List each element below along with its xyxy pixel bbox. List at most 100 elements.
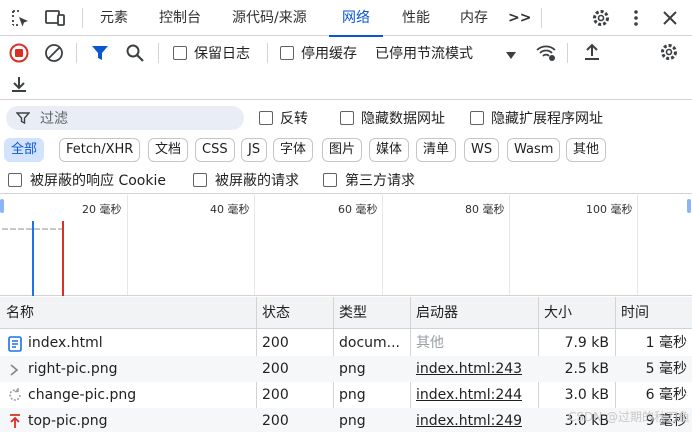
timeline-overview[interactable]: 20 毫秒 40 毫秒 60 毫秒 80 毫秒 100 毫秒 [0, 195, 692, 296]
more-tabs-button[interactable]: >> [507, 0, 532, 36]
document-icon [8, 336, 22, 356]
row-time: 5 毫秒 [645, 361, 687, 377]
divider [82, 8, 83, 28]
blocked-requests-label: 被屏蔽的请求 [215, 173, 299, 189]
timeline-left-handle[interactable] [0, 199, 4, 213]
devtools-tabbar: 元素 控制台 源代码/来源 网络 性能 内存 >> [0, 0, 692, 37]
disable-cache-label: 停用缓存 [301, 46, 357, 62]
grid-line [382, 195, 383, 295]
dom-content-loaded-marker [32, 221, 34, 296]
row-type: docum... [339, 335, 401, 351]
row-time: 6 毫秒 [645, 387, 687, 403]
blocked-requests-checkbox[interactable] [193, 173, 207, 187]
column-header-name[interactable]: 名称 [0, 297, 34, 329]
type-filter-wasm[interactable]: Wasm [507, 138, 561, 162]
network-settings-gear-icon[interactable] [659, 42, 679, 66]
throttling-select[interactable]: 已停用节流模式 [375, 43, 473, 63]
tab-sources[interactable]: 源代码/来源 [231, 0, 308, 36]
type-filter-media[interactable]: 媒体 [369, 138, 410, 162]
type-filter-font[interactable]: 字体 [273, 138, 314, 162]
row-name: index.html [28, 335, 103, 351]
blocked-cookies-label: 被屏蔽的响应 Cookie [30, 173, 166, 189]
network-toolbar-overflow [0, 70, 692, 100]
preserve-log-checkbox[interactable] [173, 46, 187, 60]
refresh-icon [7, 387, 23, 407]
row-size: 7.9 kB [564, 335, 609, 351]
device-toolbar-icon[interactable] [44, 8, 65, 28]
blocked-cookies-checkbox[interactable] [8, 173, 22, 187]
column-header-size[interactable]: 大小 [538, 297, 572, 329]
grid-line [127, 195, 128, 295]
grid-line [254, 195, 255, 295]
invert-label: 反转 [280, 111, 308, 127]
hide-data-urls-checkbox[interactable] [340, 111, 354, 125]
type-filter-fetch-xhr[interactable]: Fetch/XHR [59, 138, 141, 162]
tick-label: 40 毫秒 [210, 203, 250, 216]
filter-placeholder: 过滤 [40, 111, 68, 127]
tab-network[interactable]: 网络 [329, 0, 383, 37]
type-filter-manifest[interactable]: 清单 [416, 138, 457, 162]
type-filter-css[interactable]: CSS [195, 138, 235, 162]
export-har-download-icon[interactable] [9, 74, 29, 98]
divider [158, 43, 159, 63]
type-filter-all[interactable]: 全部 [4, 138, 45, 162]
type-filter-js[interactable]: JS [241, 138, 268, 162]
disable-cache-checkbox[interactable] [280, 46, 294, 60]
hide-extension-urls-checkbox[interactable] [470, 111, 484, 125]
load-event-marker [62, 221, 64, 296]
settings-gear-icon[interactable] [591, 8, 611, 28]
search-icon[interactable] [125, 43, 145, 67]
table-row[interactable]: index.html 200 docum... 其他 7.9 kB 1 毫秒 [0, 330, 692, 356]
third-party-checkbox[interactable] [323, 173, 337, 187]
more-options-icon[interactable] [626, 8, 646, 28]
record-stop-icon[interactable] [9, 43, 29, 67]
close-icon[interactable] [660, 8, 680, 28]
tick-label: 60 毫秒 [338, 203, 378, 216]
network-conditions-wifi-icon[interactable] [535, 42, 557, 66]
table-row[interactable]: right-pic.png 200 png index.html:243 2.5… [0, 356, 692, 382]
row-size: 3.0 kB [564, 387, 609, 403]
row-type: png [339, 361, 366, 377]
watermark-text: CSDN @过期的秋刀鱼 [568, 410, 691, 424]
row-size: 2.5 kB [564, 361, 609, 377]
table-header: 名称 状态 类型 启动器 大小 时间 [0, 297, 692, 329]
tab-memory[interactable]: 内存 [459, 0, 489, 36]
table-row[interactable]: change-pic.png 200 png index.html:244 3.… [0, 382, 692, 408]
type-filter-doc[interactable]: 文档 [148, 138, 189, 162]
column-header-type[interactable]: 类型 [333, 297, 367, 329]
row-name: top-pic.png [28, 413, 108, 429]
tick-label: 100 毫秒 [586, 203, 633, 216]
clear-icon[interactable] [44, 43, 64, 67]
type-filter-other[interactable]: 其他 [566, 138, 607, 162]
arrow-up-icon [8, 413, 22, 432]
chevron-down-icon[interactable] [506, 48, 516, 64]
row-initiator-link[interactable]: index.html:244 [416, 382, 522, 408]
row-initiator: 其他 [416, 335, 444, 351]
type-filter-ws[interactable]: WS [464, 138, 500, 162]
tick-label: 80 毫秒 [465, 203, 505, 216]
filter-input[interactable]: 过滤 [6, 106, 244, 130]
invert-checkbox[interactable] [259, 111, 273, 125]
column-header-time[interactable]: 时间 [615, 297, 649, 329]
divider [567, 43, 568, 63]
row-status: 200 [262, 361, 289, 377]
row-name: right-pic.png [28, 361, 118, 377]
row-status: 200 [262, 387, 289, 403]
type-filter-img[interactable]: 图片 [322, 138, 363, 162]
tab-console[interactable]: 控制台 [158, 0, 202, 36]
import-har-upload-icon[interactable] [582, 42, 602, 66]
column-header-status[interactable]: 状态 [256, 297, 290, 329]
column-header-initiator[interactable]: 启动器 [410, 297, 458, 329]
blocked-filters-row: 被屏蔽的响应 Cookie 被屏蔽的请求 第三方请求 [0, 166, 692, 194]
row-initiator-link[interactable]: index.html:243 [416, 356, 522, 382]
row-name: change-pic.png [28, 387, 137, 403]
hide-extension-urls-label: 隐藏扩展程序网址 [491, 111, 603, 127]
row-initiator-link[interactable]: index.html:249 [416, 408, 522, 432]
tab-elements[interactable]: 元素 [99, 0, 129, 36]
filter-funnel-icon[interactable] [90, 43, 110, 67]
hide-data-urls-label: 隐藏数据网址 [361, 111, 445, 127]
timeline-right-handle[interactable] [687, 199, 691, 213]
inspect-element-icon[interactable] [10, 8, 30, 28]
row-status: 200 [262, 335, 289, 351]
tab-performance[interactable]: 性能 [401, 0, 431, 36]
